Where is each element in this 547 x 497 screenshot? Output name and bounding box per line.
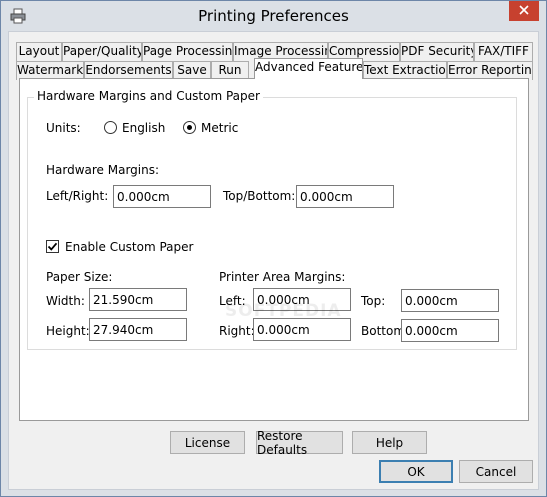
radio-selected-dot bbox=[187, 125, 192, 130]
close-button[interactable] bbox=[509, 1, 539, 21]
metric-radio[interactable] bbox=[183, 121, 196, 134]
restore-defaults-button[interactable]: Restore Defaults bbox=[256, 429, 343, 457]
left-right-label: Left/Right: bbox=[46, 189, 109, 203]
paper-size-label: Paper Size: bbox=[46, 270, 113, 284]
right-margin-label: Right: bbox=[219, 324, 255, 338]
tab-layout[interactable]: Layout bbox=[16, 42, 62, 61]
english-radio[interactable] bbox=[104, 121, 117, 134]
bottom-margin-field[interactable] bbox=[401, 319, 499, 342]
left-right-field[interactable] bbox=[113, 185, 211, 208]
english-radio-label[interactable]: English bbox=[122, 121, 165, 135]
tab-fax-tiff[interactable]: FAX/TIFF bbox=[474, 42, 533, 61]
width-field[interactable] bbox=[89, 288, 187, 311]
checkmark-icon bbox=[47, 242, 58, 251]
height-label: Height: bbox=[46, 324, 90, 338]
printing-preferences-window: Printing Preferences Layout Paper/Qualit… bbox=[0, 0, 547, 497]
units-label: Units: bbox=[46, 121, 81, 135]
title-bar: Printing Preferences bbox=[1, 1, 546, 31]
ok-button[interactable]: OK bbox=[379, 460, 453, 483]
dialog-client: Layout Paper/Quality Page Processing Ima… bbox=[8, 31, 539, 490]
hardware-margins-groupbox bbox=[27, 97, 517, 350]
enable-custom-paper-label[interactable]: Enable Custom Paper bbox=[65, 240, 193, 254]
top-margin-label: Top: bbox=[361, 294, 386, 308]
left-margin-field[interactable] bbox=[253, 288, 351, 311]
height-field[interactable] bbox=[89, 318, 187, 341]
window-title: Printing Preferences bbox=[198, 7, 349, 25]
tab-advanced-features[interactable]: Advanced Features bbox=[254, 58, 363, 79]
tab-page-processing[interactable]: Page Processing bbox=[142, 42, 233, 61]
hardware-margins-label: Hardware Margins: bbox=[46, 163, 160, 177]
close-icon bbox=[519, 4, 529, 18]
right-margin-field[interactable] bbox=[253, 318, 351, 341]
tab-pdf-security[interactable]: PDF Security bbox=[400, 42, 474, 61]
enable-custom-paper-checkbox[interactable] bbox=[46, 240, 59, 253]
top-bottom-label: Top/Bottom: bbox=[223, 189, 296, 203]
top-bottom-field[interactable] bbox=[296, 185, 394, 208]
width-label: Width: bbox=[46, 294, 85, 308]
license-button[interactable]: License bbox=[170, 431, 245, 454]
help-button[interactable]: Help bbox=[352, 431, 427, 454]
cancel-button[interactable]: Cancel bbox=[459, 460, 533, 483]
group-title: Hardware Margins and Custom Paper bbox=[34, 89, 263, 103]
metric-radio-label[interactable]: Metric bbox=[201, 121, 238, 135]
tab-paper-quality[interactable]: Paper/Quality bbox=[62, 42, 142, 61]
advanced-features-panel: Hardware Margins and Custom Paper Units:… bbox=[19, 78, 529, 457]
left-margin-label: Left: bbox=[219, 294, 246, 308]
top-margin-field[interactable] bbox=[401, 289, 499, 312]
printer-area-margins-label: Printer Area Margins: bbox=[219, 270, 346, 284]
